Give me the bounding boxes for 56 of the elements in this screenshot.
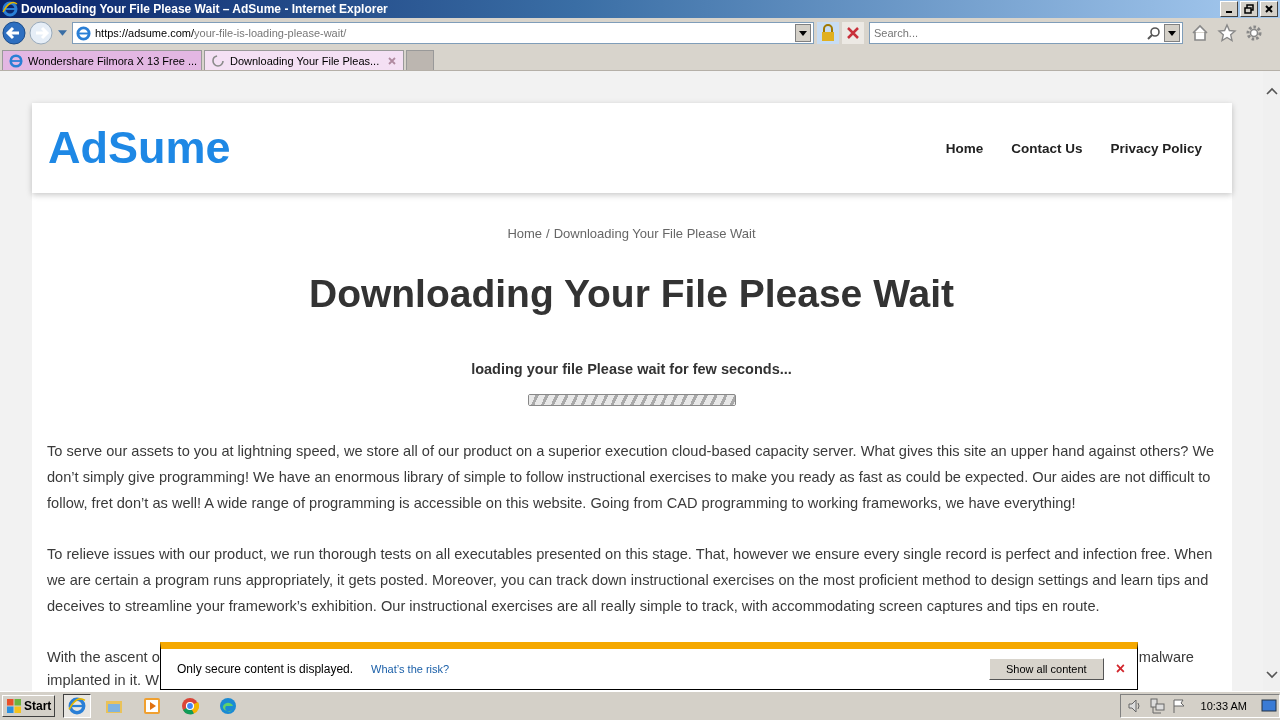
network-icon[interactable]: [1148, 698, 1165, 714]
loading-icon: [211, 53, 225, 68]
browser-logo-icon: [2, 1, 18, 17]
clock: 10:33 AM: [1200, 700, 1247, 712]
breadcrumb-separator: /: [546, 226, 550, 242]
search-field[interactable]: Search...: [869, 22, 1183, 44]
paragraph-fragment: With the ascent o: [47, 648, 160, 667]
page-icon: [9, 53, 23, 68]
dropdown-icon[interactable]: [795, 24, 811, 42]
nav-link[interactable]: Privacy Policy: [1110, 140, 1202, 156]
address-field[interactable]: https://adsume.com/your-file-is-loading-please-wait/: [72, 22, 814, 44]
window-title: Downloading Your File Please Wait – AdSume - Internet Explorer: [21, 2, 389, 16]
taskbar-app[interactable]: [63, 694, 92, 718]
speaker-icon[interactable]: [1126, 698, 1143, 714]
stop-icon[interactable]: [842, 22, 864, 44]
media-player-icon[interactable]: [143, 697, 162, 715]
show-desktop-icon[interactable]: [1261, 698, 1277, 714]
lock-icon[interactable]: [817, 22, 839, 44]
start-button[interactable]: Start: [2, 695, 56, 717]
close-button[interactable]: [1260, 1, 1278, 17]
show-all-content-button[interactable]: Show all content: [988, 658, 1104, 680]
close-button[interactable]: ×: [1107, 658, 1133, 680]
risk-link[interactable]: What’s the risk?: [371, 663, 450, 675]
scroll-down-icon[interactable]: [1265, 671, 1278, 679]
body-paragraph: To serve our assets to you at lightning speed, we store all of our product on a superior execution cloud-based capacity server. What gives this site an upper hand against others? We don’t simply give programming! We have an enormous library of simple to follow instructional exercises to make you ready as fast as could be expected. Our aides are not difficult to follow, fret don’t as well! A wide range of programming is accessible on this website. Going from CAD programming to working frameworks, we have everything!: [47, 442, 1216, 513]
browser-tab[interactable]: Downloading Your File Pleas...: [204, 50, 404, 70]
breadcrumb-link[interactable]: Home: [507, 226, 543, 242]
nav-link[interactable]: Home: [945, 140, 984, 156]
body-paragraph: To relieve issues with our product, we run thorough tests on all executables presented on this stage. That, however we ensure every single record is perfect and infection free. When we are certain a program runs appropriately, it gets posted. Moreover, you can track down instructional exercises on the most proficient method to design settings and learn tips and deceives to streamline your framework’s exhibition. Our instructional exercises are all really simple to track, with accommodating screen captures and tips en route.: [47, 545, 1214, 616]
breadcrumb-current: Downloading Your File Please Wait: [553, 226, 756, 242]
minimize-button[interactable]: [1220, 1, 1238, 17]
page-icon: [76, 25, 91, 41]
flag-icon[interactable]: [1170, 698, 1187, 714]
edge-icon[interactable]: [219, 697, 238, 715]
search-icon[interactable]: [1147, 26, 1161, 40]
restore-icon: [1244, 4, 1254, 14]
settings-icon[interactable]: [1244, 23, 1264, 43]
paragraph-fragment: implanted in it. W: [47, 671, 159, 690]
nav-link[interactable]: Contact Us: [1011, 140, 1083, 156]
chrome-icon[interactable]: [181, 697, 200, 715]
browser-tab[interactable]: Wondershare Filmora X 13 Free ...: [2, 50, 202, 70]
dropdown-icon[interactable]: [1164, 24, 1180, 42]
close-icon[interactable]: [387, 55, 397, 66]
site-logo[interactable]: AdSume: [48, 122, 946, 174]
scroll-up-icon[interactable]: [1265, 87, 1278, 95]
restore-button[interactable]: [1240, 1, 1258, 17]
back-button[interactable]: [2, 21, 26, 45]
home-icon[interactable]: [1190, 23, 1210, 43]
star-icon[interactable]: [1217, 23, 1237, 43]
windows-logo-icon: [6, 698, 22, 714]
paragraph-fragment: malware: [1138, 648, 1194, 667]
minimize-icon: [1226, 11, 1232, 13]
loading-message: loading your file Please wait for few seconds...: [471, 360, 792, 378]
page-heading: Downloading Your File Please Wait: [308, 271, 954, 317]
close-icon: [1264, 4, 1274, 14]
notification-message: Only secure content is displayed.: [177, 662, 354, 676]
